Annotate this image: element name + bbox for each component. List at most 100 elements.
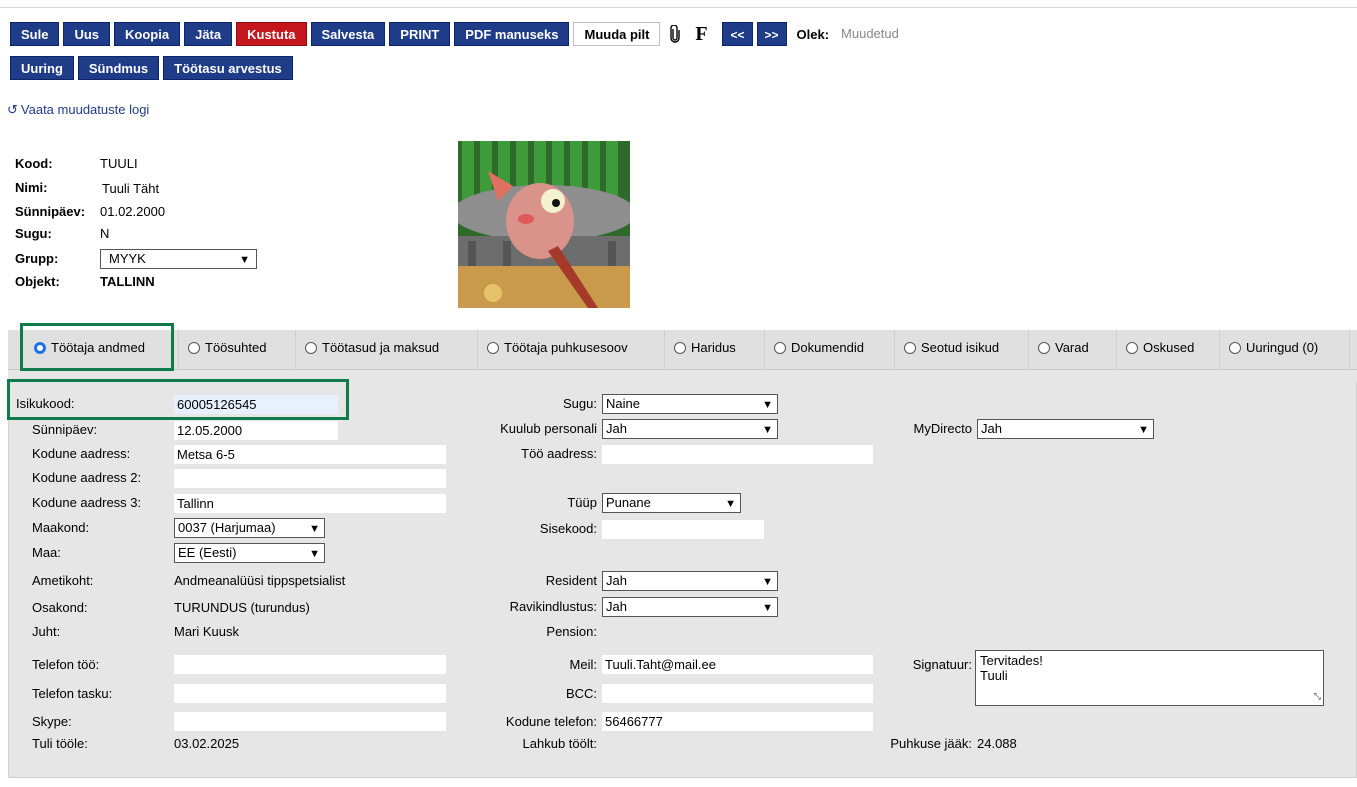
gender-select[interactable]: Naine ▼: [602, 394, 778, 414]
home-address-3-label: Kodune aadress 3:: [32, 495, 142, 510]
tab-divider: [894, 330, 895, 369]
signature-textarea[interactable]: Tervitades! Tuuli ⤡: [975, 650, 1324, 706]
tab-wages-taxes[interactable]: Töötasud ja maksud: [305, 340, 439, 355]
home-phone-field[interactable]: 56466777: [602, 712, 873, 731]
home-address-label: Kodune aadress:: [32, 446, 131, 461]
chevron-down-icon: ▼: [762, 602, 773, 614]
tab-vacation-wish-label: Töötaja puhkusesoov: [504, 340, 628, 355]
tab-assets[interactable]: Varad: [1038, 340, 1089, 355]
previous-button[interactable]: <<: [722, 22, 753, 46]
name-field[interactable]: Tuuli Täht: [100, 180, 450, 198]
county-select[interactable]: 0037 (Harjumaa) ▼: [174, 518, 325, 538]
change-log-label: Vaata muudatuste logi: [20, 102, 150, 117]
new-button[interactable]: Uus: [63, 22, 111, 46]
vacation-balance-label: Puhkuse jääk:: [890, 736, 972, 751]
tab-education-label: Haridus: [691, 340, 736, 355]
group-select-value: MYYK: [109, 251, 146, 266]
change-log-link[interactable]: ↺ Vaata muudatuste logi: [7, 102, 149, 118]
tab-bar: Töötaja andmed Töösuhted Töötasud ja mak…: [8, 330, 1357, 370]
close-button[interactable]: Sule: [10, 22, 60, 46]
bcc-field[interactable]: [602, 684, 873, 703]
radio-icon: [487, 341, 499, 354]
radio-icon: [305, 341, 317, 354]
radio-icon: [904, 341, 916, 354]
country-label: Maa:: [32, 545, 61, 560]
save-button[interactable]: Salvesta: [310, 22, 386, 46]
radio-icon: [1038, 341, 1050, 354]
staff-member-label: Kuulub personali: [500, 421, 597, 436]
radio-icon: [188, 341, 200, 354]
study-button[interactable]: Uuring: [10, 56, 74, 80]
country-select[interactable]: EE (Eesti) ▼: [174, 543, 325, 563]
bcc-label: BCC:: [565, 686, 597, 701]
payroll-button[interactable]: Töötasu arvestus: [163, 56, 293, 80]
mydirecto-select[interactable]: Jah ▼: [977, 419, 1154, 439]
work-address-field[interactable]: [602, 445, 873, 464]
county-label: Maakond:: [32, 520, 90, 535]
group-label: Grupp:: [15, 251, 59, 266]
email-label: Meil:: [569, 657, 597, 672]
email-field[interactable]: Tuuli.Taht@mail.ee: [602, 655, 873, 674]
home-address-field[interactable]: Metsa 6-5: [174, 445, 446, 464]
employee-photo: [458, 141, 630, 308]
tab-education[interactable]: Haridus: [674, 340, 736, 355]
resize-handle-icon[interactable]: ⤡: [1314, 689, 1321, 704]
birthday-label: Sünnipäev:: [15, 204, 86, 219]
next-button[interactable]: >>: [756, 22, 787, 46]
staff-member-select[interactable]: Jah ▼: [602, 419, 778, 439]
nimi-label: Nimi:: [15, 180, 48, 195]
health-insurance-value: Jah: [606, 599, 627, 614]
chevron-down-icon: ▼: [239, 254, 250, 266]
home-address-3-field[interactable]: Tallinn: [174, 494, 446, 513]
object-label: Objekt:: [15, 274, 60, 289]
change-picture-button[interactable]: Muuda pilt: [573, 22, 661, 46]
work-phone-field[interactable]: [174, 655, 446, 674]
delete-button[interactable]: Kustuta: [236, 22, 307, 46]
history-icon: ↺: [7, 102, 18, 117]
tab-divider: [664, 330, 665, 369]
tab-wages-taxes-label: Töötasud ja maksud: [322, 340, 440, 355]
pdf-attach-button[interactable]: PDF manuseks: [454, 22, 570, 46]
group-select[interactable]: MYYK ▼: [100, 249, 257, 269]
birthday-label: Sünnipäev:: [32, 422, 98, 437]
department-label: Osakond:: [32, 600, 88, 615]
country-value: EE (Eesti): [178, 545, 237, 560]
resident-label: Resident: [545, 573, 597, 588]
toolbar-row-2: Uuring Sündmus Töötasu arvestus: [10, 56, 293, 80]
birthday-field[interactable]: 12.05.2000: [174, 421, 338, 440]
tab-skills[interactable]: Oskused: [1126, 340, 1194, 355]
chevron-down-icon: ▼: [762, 576, 773, 588]
tab-employment[interactable]: Töösuhted: [188, 340, 266, 355]
tab-vacation-wish[interactable]: Töötaja puhkusesoov: [487, 340, 628, 355]
home-address-2-field[interactable]: [174, 469, 446, 488]
copy-button[interactable]: Koopia: [114, 22, 181, 46]
internal-code-field[interactable]: [602, 520, 764, 539]
skype-field[interactable]: [174, 712, 446, 731]
chevron-down-icon: ▼: [725, 498, 736, 510]
f-button[interactable]: F: [690, 22, 713, 46]
health-insurance-select[interactable]: Jah ▼: [602, 597, 778, 617]
tab-employment-label: Töösuhted: [205, 340, 267, 355]
gender-label: Sugu:: [15, 226, 52, 241]
tab-studies[interactable]: Uuringud (0): [1229, 340, 1318, 355]
type-select[interactable]: Punane ▼: [602, 493, 741, 513]
leave-date-label: Lahkub töölt:: [522, 736, 597, 751]
resident-value: Jah: [606, 573, 627, 588]
position-label: Ametikoht:: [32, 573, 94, 588]
tab-skills-label: Oskused: [1143, 340, 1195, 355]
radio-icon: [774, 341, 786, 354]
mobile-phone-field[interactable]: [174, 684, 446, 703]
paperclip-icon[interactable]: [664, 22, 687, 46]
cancel-button[interactable]: Jäta: [184, 22, 233, 46]
event-button[interactable]: Sündmus: [77, 56, 160, 80]
resident-select[interactable]: Jah ▼: [602, 571, 778, 591]
tab-related-persons[interactable]: Seotud isikud: [904, 340, 999, 355]
home-address-2-label: Kodune aadress 2:: [32, 470, 142, 485]
work-address-label: Töö aadress:: [521, 446, 597, 461]
skype-label: Skype:: [32, 714, 72, 729]
tab-documents[interactable]: Dokumendid: [774, 340, 864, 355]
print-button[interactable]: PRINT: [389, 22, 451, 46]
type-value: Punane: [606, 495, 651, 510]
county-value: 0037 (Harjumaa): [178, 520, 276, 535]
type-label: Tüüp: [567, 495, 597, 510]
